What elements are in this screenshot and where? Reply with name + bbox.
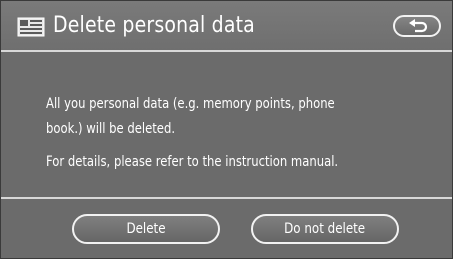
delete-button[interactable]: Delete xyxy=(72,214,220,244)
do-not-delete-button-label: Do not delete xyxy=(284,221,366,237)
header-divider xyxy=(1,50,452,52)
header-bar: Delete personal data xyxy=(1,1,452,50)
message-line-3: For details, please refer to the instruc… xyxy=(46,154,339,170)
footer-divider xyxy=(1,197,452,199)
back-button[interactable] xyxy=(393,15,441,37)
message-line-2: book.) will be deleted. xyxy=(46,121,176,137)
delete-button-label: Delete xyxy=(126,221,166,237)
delete-personal-data-screen: Delete personal data All you personal da… xyxy=(0,0,453,259)
return-arrow-icon xyxy=(409,19,428,33)
page-title: Delete personal data xyxy=(53,13,255,38)
message-line-1: All you personal data (e.g. memory point… xyxy=(46,96,335,112)
personal-data-icon xyxy=(17,17,45,37)
do-not-delete-button[interactable]: Do not delete xyxy=(251,214,399,244)
